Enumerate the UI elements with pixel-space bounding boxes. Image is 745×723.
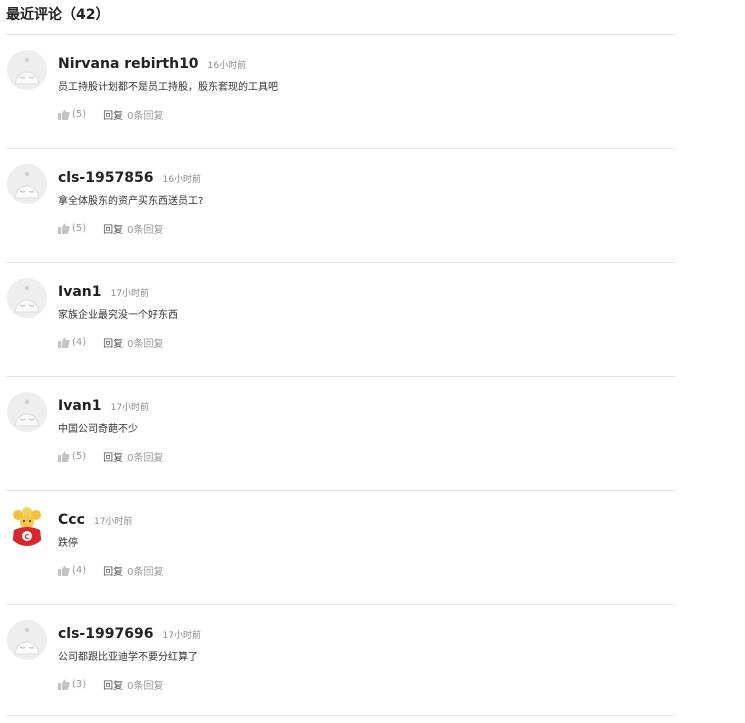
username[interactable]: cls-1997696 xyxy=(58,626,153,642)
comment-text: 员工持股计划都不是员工持股，股东套现的工具吧 xyxy=(58,82,278,93)
reply-button[interactable]: 回复 xyxy=(103,563,123,578)
comment-meta: cls-1997696 17小时前 xyxy=(58,623,201,642)
reply-button[interactable]: 回复 xyxy=(103,677,123,692)
reply-button[interactable]: 回复 xyxy=(103,449,123,464)
thumbs-up-icon[interactable] xyxy=(58,337,70,348)
timestamp: 17小时前 xyxy=(162,631,201,641)
mascot-avatar-icon[interactable]: C xyxy=(7,506,47,546)
comment-text: 跌停 xyxy=(58,538,78,549)
comment-actions: (5) 回复 0条回复 xyxy=(58,107,164,122)
reply-count-link[interactable]: 0条回复 xyxy=(127,221,163,236)
reply-count-link[interactable]: 0条回复 xyxy=(127,677,163,692)
reply-button[interactable]: 回复 xyxy=(103,335,123,350)
thumbs-up-icon[interactable] xyxy=(58,109,70,120)
comment-item: Nirvana rebirth10 16小时前 员工持股计划都不是员工持股，股东… xyxy=(6,34,676,148)
reply-count-link[interactable]: 0条回复 xyxy=(127,335,163,350)
comments-title: 最近评论（42） xyxy=(6,7,110,23)
default-avatar-icon[interactable] xyxy=(7,50,47,90)
like-count: (4) xyxy=(72,565,87,576)
comment-actions: (3) 回复 0条回复 xyxy=(58,677,164,692)
list-bottom-divider xyxy=(6,715,676,716)
like-count: (5) xyxy=(72,451,87,462)
comment-item: Ivan1 17小时前 家族企业最究没一个好东西 (4) 回复 0条回复 xyxy=(6,262,676,376)
svg-text:C: C xyxy=(24,533,29,541)
thumbs-up-icon[interactable] xyxy=(58,451,70,462)
comment-item: C Ccc 17小时前 跌停 (4) 回复 0条回复 xyxy=(6,490,676,604)
comment-meta: Nirvana rebirth10 16小时前 xyxy=(58,53,246,72)
comment-list: Nirvana rebirth10 16小时前 员工持股计划都不是员工持股，股东… xyxy=(6,34,676,718)
comment-meta: Ccc 17小时前 xyxy=(58,509,132,528)
comment-text: 家族企业最究没一个好东西 xyxy=(58,310,178,321)
thumbs-up-icon[interactable] xyxy=(58,565,70,576)
comment-item: Ivan1 17小时前 中国公司奇葩不少 (5) 回复 0条回复 xyxy=(6,376,676,490)
timestamp: 16小时前 xyxy=(207,61,247,71)
reply-count-link[interactable]: 0条回复 xyxy=(127,563,163,578)
timestamp: 17小时前 xyxy=(110,289,150,299)
reply-button[interactable]: 回复 xyxy=(103,221,123,236)
default-avatar-icon[interactable] xyxy=(7,278,47,318)
reply-button[interactable]: 回复 xyxy=(103,107,123,122)
reply-count-link[interactable]: 0条回复 xyxy=(127,449,163,464)
like-count: (5) xyxy=(72,109,87,120)
default-avatar-icon[interactable] xyxy=(7,620,47,660)
default-avatar-icon[interactable] xyxy=(7,164,47,204)
username[interactable]: Nirvana rebirth10 xyxy=(58,56,199,72)
comment-actions: (4) 回复 0条回复 xyxy=(58,335,164,350)
username[interactable]: cls-1957856 xyxy=(58,170,153,186)
username[interactable]: Ccc xyxy=(58,512,85,528)
username[interactable]: Ivan1 xyxy=(58,398,102,414)
comment-actions: (5) 回复 0条回复 xyxy=(58,449,164,464)
username[interactable]: Ivan1 xyxy=(58,284,102,300)
thumbs-up-icon[interactable] xyxy=(58,223,70,234)
comment-meta: Ivan1 17小时前 xyxy=(58,395,149,414)
default-avatar-icon[interactable] xyxy=(7,392,47,432)
comment-item: cls-1957856 16小时前 拿全体股东的资产买东西送员工? (5) 回复… xyxy=(6,148,676,262)
comment-actions: (5) 回复 0条回复 xyxy=(58,221,164,236)
like-count: (5) xyxy=(72,223,87,234)
reply-count-link[interactable]: 0条回复 xyxy=(127,107,163,122)
thumbs-up-icon[interactable] xyxy=(58,679,70,690)
comment-text: 公司都跟比亚迪学不要分红算了 xyxy=(58,652,198,663)
comment-text: 拿全体股东的资产买东西送员工? xyxy=(58,196,204,207)
comment-actions: (4) 回复 0条回复 xyxy=(58,563,164,578)
comment-meta: cls-1957856 16小时前 xyxy=(58,167,201,186)
like-count: (3) xyxy=(72,679,87,690)
timestamp: 16小时前 xyxy=(162,175,201,185)
like-count: (4) xyxy=(72,337,87,348)
comment-meta: Ivan1 17小时前 xyxy=(58,281,149,300)
comment-text: 中国公司奇葩不少 xyxy=(58,424,138,435)
timestamp: 17小时前 xyxy=(110,403,150,413)
timestamp: 17小时前 xyxy=(93,517,133,527)
comment-item: cls-1997696 17小时前 公司都跟比亚迪学不要分红算了 (3) 回复 … xyxy=(6,604,676,718)
